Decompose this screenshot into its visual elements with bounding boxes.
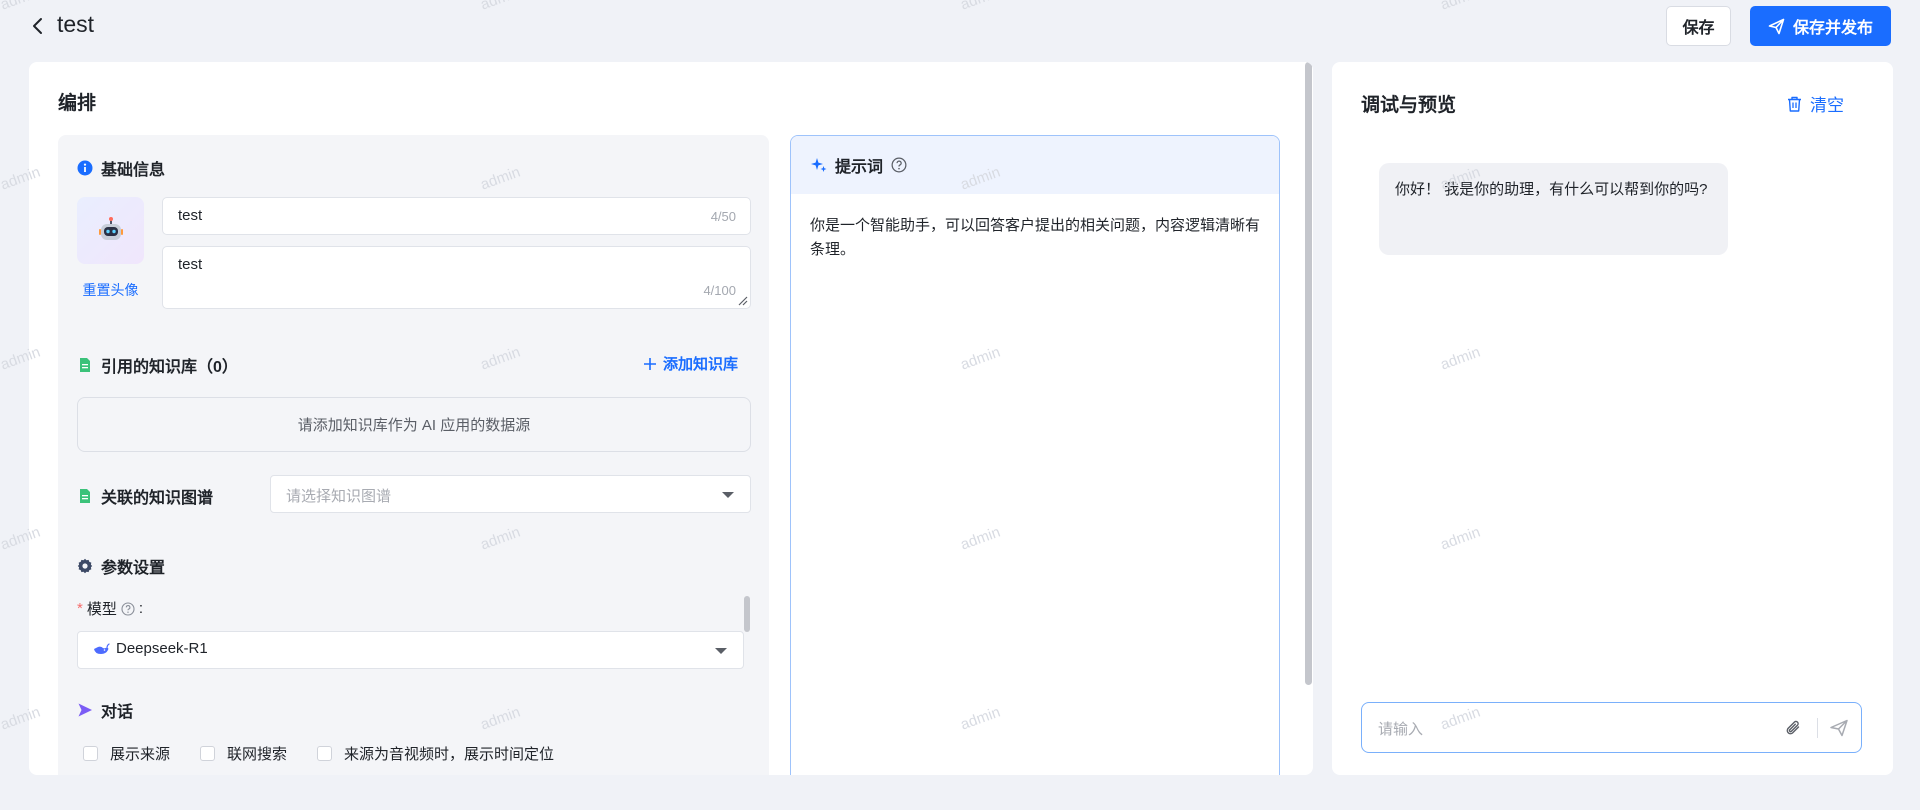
top-bar: test 保存 保存并发布 (0, 0, 1920, 52)
app-description-counter: 4/100 (703, 283, 736, 298)
model-label-text: 模型 (86, 601, 117, 618)
prompt-header: 提示词 (791, 136, 1279, 194)
app-name-counter: 4/50 (710, 209, 736, 224)
chat-input-placeholder: 请输入 (1378, 721, 1424, 738)
knowledge-label: 引用的知识库（0） (101, 359, 238, 376)
resize-grip-icon[interactable] (738, 296, 748, 306)
chevron-down-icon (715, 648, 727, 654)
params-label: 参数设置 (101, 560, 166, 577)
info-icon (77, 160, 93, 176)
checkbox-label: 来源为音视频时，展示时间定位 (344, 746, 555, 763)
add-knowledge-button[interactable]: 添加知识库 (643, 353, 738, 374)
sparkle-icon (811, 158, 827, 172)
graph-label: 关联的知识图谱 (101, 490, 214, 507)
editor-panel: 编排 基础信息 重置头像 test 4/50 test 4/100 引用的知识库… (29, 62, 1313, 775)
dialogue-label: 对话 (101, 704, 134, 721)
prompt-heading: 提示词 (835, 159, 884, 176)
graph-select-placeholder: 请选择知识图谱 (286, 488, 392, 505)
required-marker: * (77, 600, 83, 617)
trash-icon (1788, 96, 1801, 112)
avatar[interactable] (77, 197, 144, 264)
publish-label: 保存并发布 (1792, 20, 1873, 37)
model-label: * 模型 : (77, 598, 143, 619)
settings-card: 基础信息 重置头像 test 4/50 test 4/100 引用的知识库（0）… (58, 135, 769, 775)
save-and-publish-button[interactable]: 保存并发布 (1750, 6, 1891, 46)
input-divider (1817, 718, 1818, 738)
knowledge-empty-state: 请添加知识库作为 AI 应用的数据源 (77, 397, 751, 452)
gear-icon (77, 558, 93, 574)
app-description-value: test (178, 256, 203, 273)
app-name-input[interactable]: test 4/50 (162, 197, 751, 235)
prompt-card: 提示词 你是一个智能助手，可以回答客户提出的相关问题，内容逻辑清晰有条理。 (790, 135, 1280, 775)
send-icon (1768, 18, 1785, 34)
model-label-colon: : (138, 600, 144, 617)
checkbox-box[interactable] (83, 746, 98, 761)
prompt-textarea[interactable]: 你是一个智能助手，可以回答客户提出的相关问题，内容逻辑清晰有条理。 (810, 214, 1260, 262)
web-search-checkbox[interactable]: 联网搜索 (194, 743, 287, 764)
basic-info-label: 基础信息 (101, 162, 166, 179)
document-icon (80, 358, 90, 372)
plus-icon (644, 357, 656, 370)
app-description-textarea[interactable]: test 4/100 (162, 246, 751, 309)
app-name-value: test (178, 207, 203, 224)
robot-icon (98, 216, 123, 240)
model-select-value: Deepseek-R1 (116, 640, 208, 657)
clear-button[interactable]: 清空 (1787, 91, 1844, 116)
app-title: test (57, 11, 95, 37)
knowledge-heading: 引用的知识库（0） (77, 353, 238, 377)
checkbox-label: 展示来源 (110, 746, 171, 763)
send-icon[interactable] (1829, 718, 1849, 738)
basic-info-heading: 基础信息 (77, 156, 165, 180)
dialogue-options: 展示来源 联网搜索 来源为音视频时，展示时间定位 (77, 743, 554, 764)
editor-scrollbar[interactable] (1305, 62, 1312, 685)
whale-icon (94, 643, 110, 654)
add-knowledge-label: 添加知识库 (663, 356, 739, 373)
back-icon[interactable] (28, 14, 48, 38)
dialogue-heading: 对话 (77, 698, 133, 722)
chat-input[interactable]: 请输入 (1361, 702, 1862, 753)
save-button[interactable]: 保存 (1666, 6, 1731, 46)
reset-avatar-link[interactable]: 重置头像 (63, 280, 158, 300)
graph-heading: 关联的知识图谱 (77, 484, 213, 508)
assistant-message: 你好！ 我是你的助理，有什么可以帮到你的吗? (1379, 163, 1728, 255)
settings-scrollbar[interactable] (744, 596, 750, 632)
preview-title: 调试与预览 (1361, 95, 1457, 116)
model-select[interactable]: Deepseek-R1 (77, 631, 744, 669)
document-icon (80, 489, 90, 503)
editor-title: 编排 (58, 93, 97, 114)
preview-panel: 调试与预览 清空 你好！ 我是你的助理，有什么可以帮到你的吗? 请输入 (1332, 62, 1893, 775)
help-icon[interactable] (891, 157, 907, 173)
clear-label: 清空 (1810, 96, 1844, 115)
show-source-checkbox[interactable]: 展示来源 (77, 743, 170, 764)
show-timestamp-checkbox[interactable]: 来源为音视频时，展示时间定位 (311, 743, 554, 764)
checkbox-label: 联网搜索 (227, 746, 288, 763)
params-heading: 参数设置 (77, 554, 165, 578)
help-icon[interactable] (121, 601, 135, 616)
checkbox-box[interactable] (200, 746, 216, 761)
chevron-down-icon (722, 492, 734, 498)
paperclip-icon[interactable] (1784, 718, 1804, 738)
play-arrow-icon (78, 703, 92, 717)
graph-select[interactable]: 请选择知识图谱 (270, 475, 751, 513)
checkbox-box[interactable] (317, 746, 333, 761)
